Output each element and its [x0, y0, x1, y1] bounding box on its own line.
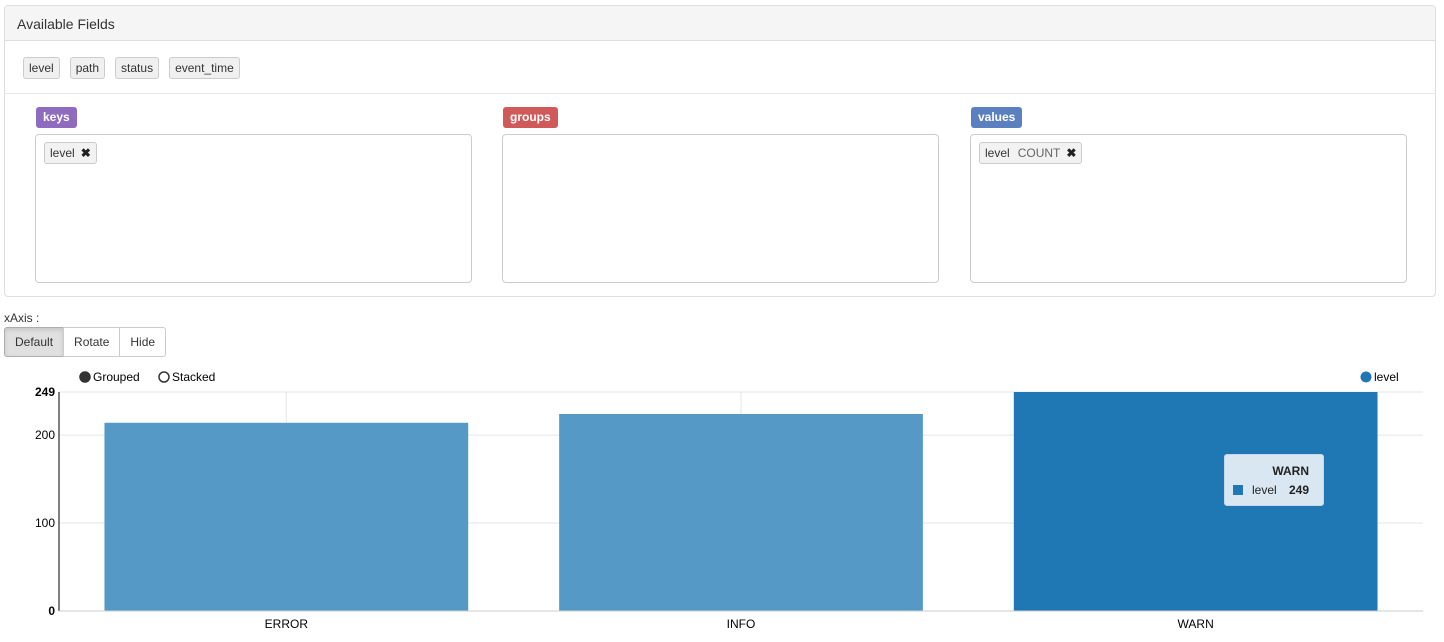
mode-grouped-radio[interactable]: [79, 371, 91, 383]
bar-info[interactable]: [559, 413, 923, 611]
x-tick-label: INFO: [727, 617, 756, 631]
legend-label: level: [1374, 370, 1399, 384]
chart-tooltip: WARN level 249: [1224, 454, 1324, 506]
bar-chart: 0 100 200 249 ERROR INFO WARN Grouped Stacked lev…: [35, 370, 1423, 631]
y-tick-label: 100: [35, 516, 55, 530]
bar-error[interactable]: [104, 422, 469, 611]
mode-stacked-label[interactable]: Stacked: [172, 370, 215, 384]
y-tick-label: 200: [35, 428, 55, 442]
tooltip-swatch: [1233, 485, 1243, 495]
y-tick-label: 249: [35, 385, 55, 399]
y-tick-label: 0: [48, 604, 55, 618]
x-tick-label: ERROR: [265, 617, 309, 631]
mode-grouped-label[interactable]: Grouped: [93, 370, 140, 384]
mode-stacked-radio[interactable]: [158, 371, 170, 383]
tooltip-series-name: level: [1252, 483, 1277, 497]
legend-marker[interactable]: [1360, 371, 1372, 383]
x-tick-label: WARN: [1178, 617, 1214, 631]
tooltip-title: WARN: [1272, 464, 1309, 478]
tooltip-value: 249: [1289, 483, 1310, 497]
